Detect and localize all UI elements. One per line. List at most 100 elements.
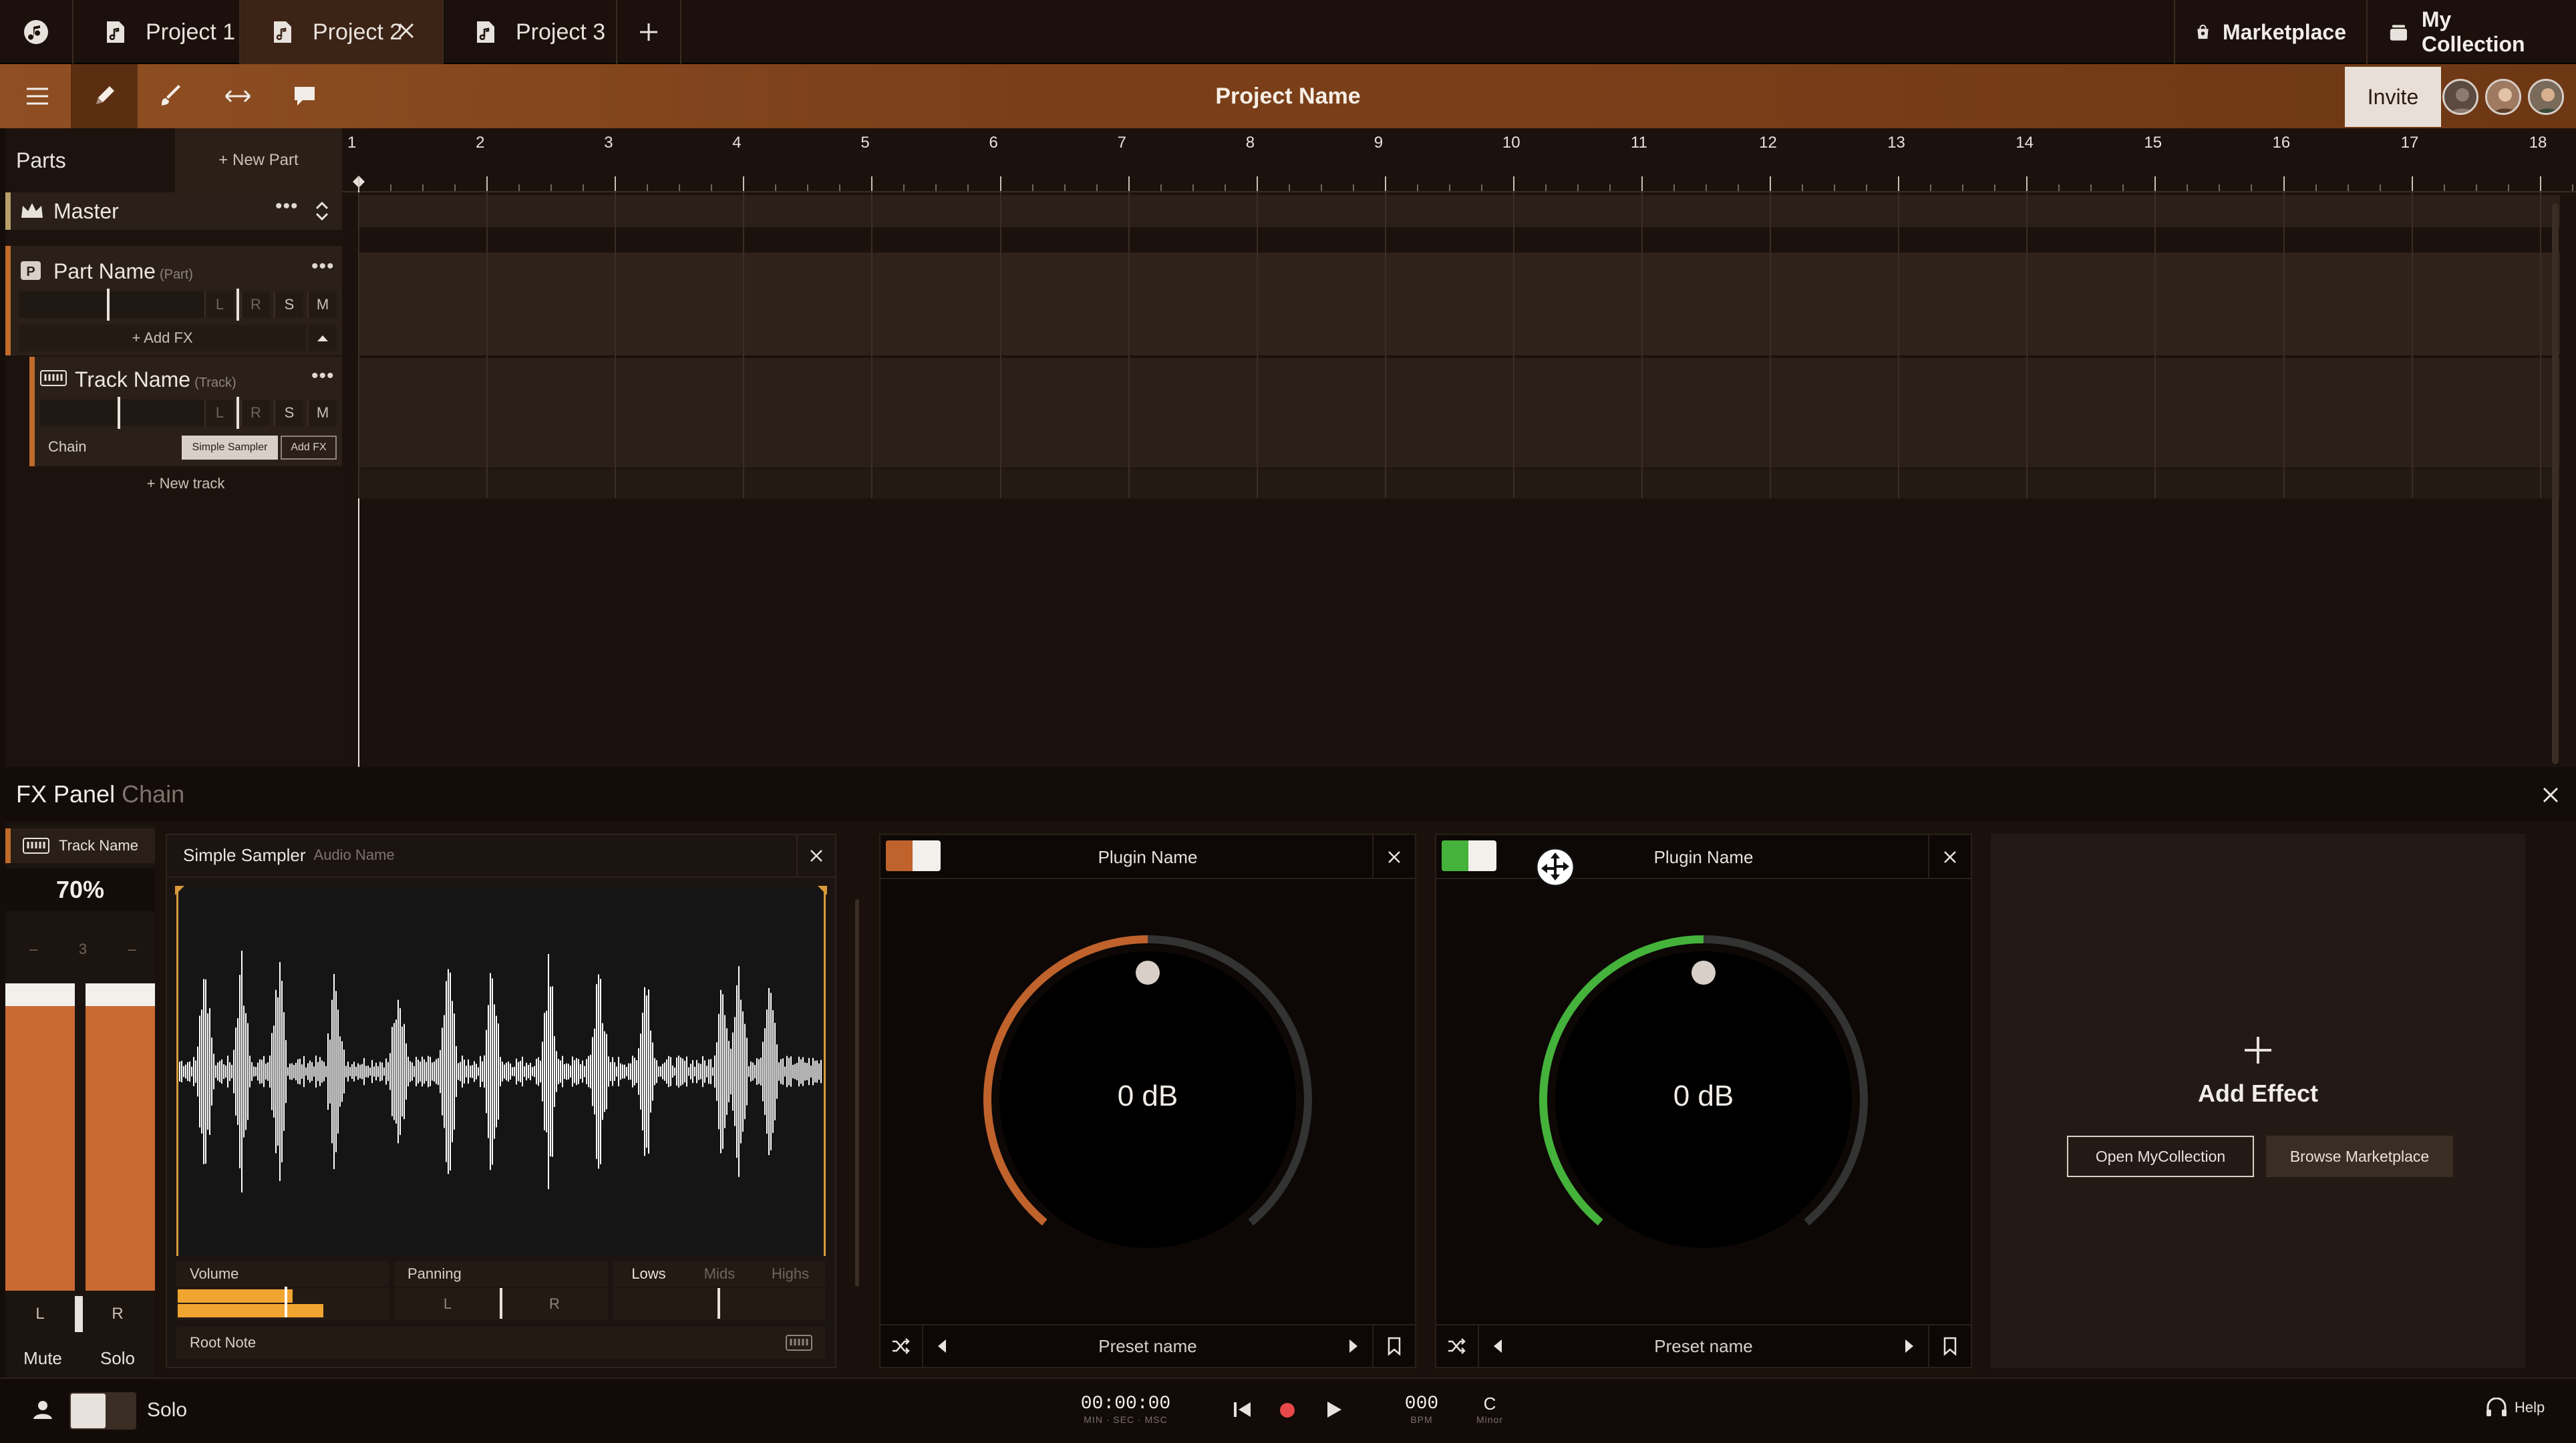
save-preset-button[interactable] — [1372, 1325, 1415, 1368]
slider-handle[interactable] — [107, 289, 110, 321]
save-preset-button[interactable] — [1928, 1325, 1971, 1368]
volume-handle[interactable] — [285, 1287, 287, 1317]
tab-project-2[interactable]: Project 2 — [240, 0, 444, 64]
mute-button[interactable]: M — [307, 399, 337, 426]
fx-chain-divider[interactable] — [855, 899, 859, 1287]
avatar[interactable] — [2485, 79, 2521, 115]
ruler-bar-number: 10 — [1502, 134, 1520, 152]
close-icon[interactable] — [2539, 783, 2563, 807]
part-add-fx-button[interactable]: + Add FX — [19, 325, 306, 351]
plugin-2-enable-toggle[interactable] — [1442, 840, 1496, 871]
pan-handle[interactable] — [236, 289, 239, 321]
ruler-subtick — [2475, 184, 2477, 191]
shuffle-button[interactable] — [1436, 1325, 1479, 1368]
eq-band-tabs: Lows Mids Highs — [613, 1261, 826, 1287]
solo-button[interactable]: S — [274, 291, 303, 318]
time-display[interactable]: 00:00:00 MIN · SEC · MSC — [1069, 1394, 1182, 1425]
preset-name[interactable]: Preset name — [961, 1336, 1335, 1357]
track-lane[interactable] — [358, 358, 2560, 468]
add-effect-title[interactable]: Add Effect — [1991, 1080, 2525, 1108]
simple-sampler-chip[interactable]: Simple Sampler — [182, 436, 278, 460]
record-icon[interactable] — [1279, 1402, 1296, 1419]
expand-collapse-icon[interactable] — [314, 199, 330, 223]
loop-start-marker-icon[interactable] — [175, 886, 186, 897]
bpm-display[interactable]: 000 BPM — [1395, 1394, 1448, 1425]
marketplace-button[interactable]: Marketplace — [2174, 0, 2366, 64]
pan-handle[interactable] — [236, 397, 239, 429]
ruler-bar-number: 5 — [860, 134, 870, 152]
preset-prev-button[interactable] — [923, 1339, 961, 1353]
part-lane[interactable] — [358, 253, 2560, 355]
time-units: MIN · SEC · MSC — [1084, 1414, 1168, 1425]
ruler-subtick — [1160, 184, 1162, 191]
my-collection-button[interactable]: My Collection — [2366, 0, 2576, 64]
eq-handle[interactable] — [717, 1288, 720, 1319]
parts-title: Parts — [16, 148, 66, 172]
preset-next-button[interactable] — [1891, 1339, 1928, 1353]
preset-prev-button[interactable] — [1479, 1339, 1516, 1353]
root-note-row[interactable]: Root Note — [176, 1327, 826, 1359]
track-strip-volume[interactable]: 70% — [5, 868, 155, 911]
shuffle-button[interactable] — [880, 1325, 923, 1368]
file-music-icon — [274, 21, 291, 43]
invite-button[interactable]: Invite — [2345, 67, 2441, 127]
new-tab-button[interactable] — [617, 0, 681, 64]
ruler-bar-number: 15 — [2144, 134, 2162, 152]
open-mycollection-button[interactable]: Open MyCollection — [2067, 1136, 2254, 1177]
pan-right-button[interactable]: R — [240, 291, 270, 318]
pan-handle[interactable] — [500, 1288, 502, 1319]
track-strip-pan[interactable]: L R — [5, 1296, 155, 1332]
play-icon[interactable] — [1325, 1400, 1343, 1419]
skip-to-start-icon[interactable] — [1233, 1400, 1252, 1419]
vertical-scrollbar[interactable] — [2552, 203, 2559, 764]
fx-panel-title: FX Panel Chain — [16, 780, 184, 808]
sampler-close-button[interactable] — [796, 835, 835, 876]
user-icon[interactable] — [32, 1399, 53, 1420]
plugin-1-close-button[interactable] — [1372, 835, 1415, 879]
close-icon[interactable] — [394, 19, 418, 43]
new-track-lane[interactable] — [358, 469, 2560, 498]
key-display[interactable]: C Minor — [1470, 1394, 1510, 1425]
master-lane[interactable] — [358, 195, 2560, 227]
plugin-1-enable-toggle[interactable] — [886, 840, 941, 871]
new-part-button[interactable]: + New Part — [175, 128, 342, 192]
eq-lows-tab[interactable]: Lows — [613, 1265, 684, 1283]
ruler-tick — [2026, 176, 2028, 191]
solo-toggle[interactable] — [69, 1392, 136, 1430]
collapse-button[interactable] — [309, 325, 337, 351]
solo-button[interactable]: Solo — [80, 1340, 155, 1376]
timeline-ruler[interactable] — [342, 128, 2576, 192]
app-logo[interactable] — [0, 0, 73, 64]
pan-right-button[interactable]: R — [240, 399, 270, 426]
eq-mids-tab[interactable]: Mids — [684, 1265, 755, 1283]
preset-next-button[interactable] — [1335, 1339, 1372, 1353]
browse-marketplace-button[interactable]: Browse Marketplace — [2266, 1136, 2453, 1177]
slider-handle[interactable] — [118, 397, 120, 429]
avatar[interactable] — [2442, 79, 2478, 115]
eq-highs-tab[interactable]: Highs — [755, 1265, 826, 1283]
mute-button[interactable]: M — [307, 291, 337, 318]
avatar[interactable] — [2528, 79, 2564, 115]
mute-button[interactable]: Mute — [5, 1340, 80, 1376]
tab-project-1[interactable]: Project 1 — [73, 0, 240, 64]
pan-left-button[interactable]: L — [204, 291, 234, 318]
part-volume-slider[interactable] — [19, 291, 204, 318]
add-fx-chip[interactable]: Add FX — [281, 436, 337, 460]
plus-icon[interactable] — [2242, 1034, 2274, 1066]
project-name[interactable]: Project Name — [0, 64, 2576, 128]
pan-left-button[interactable]: L — [204, 399, 234, 426]
pan-handle[interactable] — [75, 1296, 83, 1332]
more-options-icon[interactable]: ••• — [311, 365, 335, 387]
ruler-tick — [2283, 176, 2285, 191]
waveform-display[interactable] — [176, 887, 826, 1256]
new-track-button[interactable]: + New track — [29, 470, 342, 497]
tab-project-3[interactable]: Project 3 — [444, 0, 617, 64]
more-options-icon[interactable]: ••• — [311, 255, 335, 278]
more-options-icon[interactable]: ••• — [275, 195, 299, 218]
track-volume-slider[interactable] — [40, 399, 204, 426]
help-button[interactable]: Help — [2485, 1398, 2545, 1418]
preset-name[interactable]: Preset name — [1516, 1336, 1891, 1357]
plugin-2-close-button[interactable] — [1928, 835, 1971, 879]
solo-button[interactable]: S — [274, 399, 303, 426]
loop-end-marker-icon[interactable] — [816, 886, 827, 897]
